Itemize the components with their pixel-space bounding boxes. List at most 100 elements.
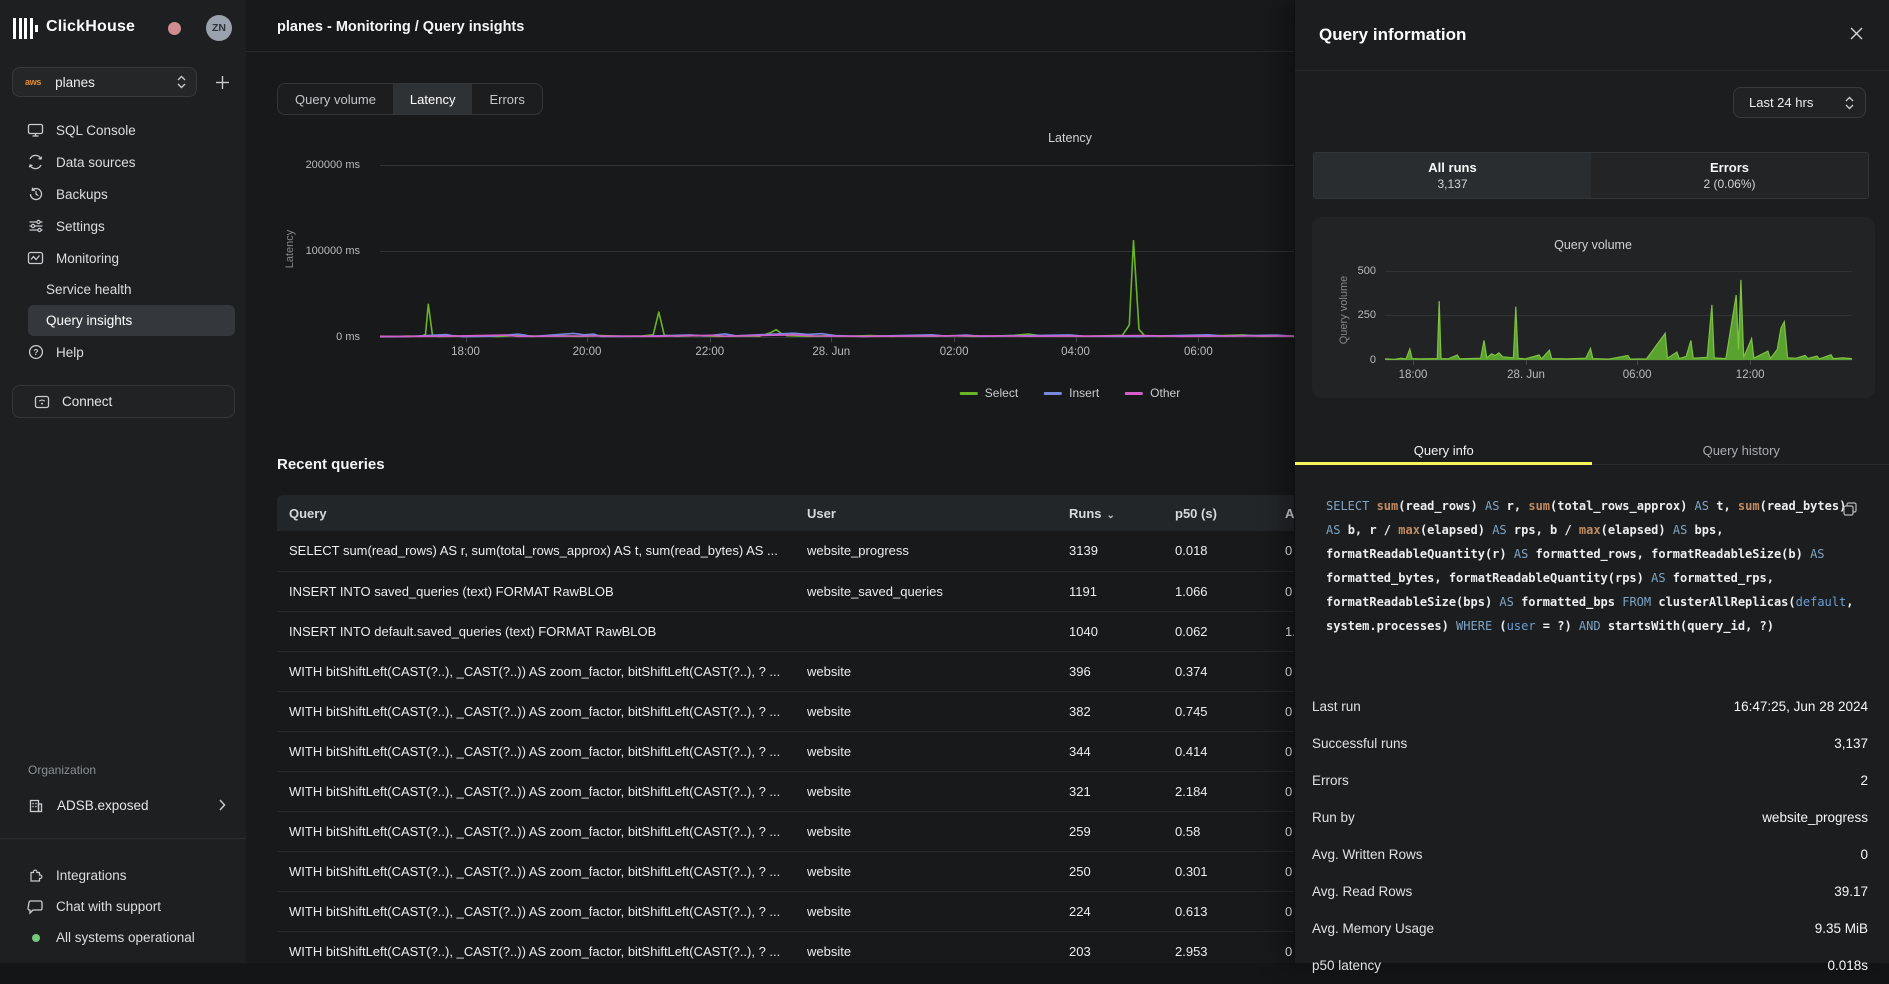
cell-query[interactable]: WITH bitShiftLeft(CAST(?..), _CAST(?..))… [277,771,795,811]
cell-query[interactable]: WITH bitShiftLeft(CAST(?..), _CAST(?..))… [277,731,795,771]
tab-query-volume[interactable]: Query volume [278,84,393,114]
time-range-value: Last 24 hrs [1749,95,1845,110]
service-name: planes [55,75,177,90]
sidebar-item-monitoring[interactable]: Monitoring [0,242,246,274]
cell-user: website [795,731,1057,771]
cell-p50: 0.414 [1163,731,1273,771]
tab-latency[interactable]: Latency [393,84,473,114]
runs-summary-tabs: All runs3,137Errors2 (0.06%) [1313,152,1869,199]
legend-label: Select [985,386,1018,400]
add-service-button[interactable] [210,70,234,94]
tab-query-info[interactable]: Query info [1295,436,1593,464]
summary-tab-errors[interactable]: Errors2 (0.06%) [1591,153,1868,198]
monitoring-icon [27,250,44,267]
data-sources-icon [27,154,44,171]
cell-runs: 250 [1057,851,1163,891]
stat-row-successful-runs: Successful runs3,137 [1312,725,1868,762]
cell-user: website [795,691,1057,731]
organization-heading: Organization [28,763,96,777]
y-tick-label: 0 [1296,354,1376,366]
cell-user: website [795,931,1057,963]
stat-row-avg-read-rows: Avg. Read Rows 39.17 [1312,873,1868,910]
organization-item[interactable]: ADSB.exposed [0,790,246,821]
cell-query[interactable]: WITH bitShiftLeft(CAST(?..), _CAST(?..))… [277,931,795,963]
active-tab-underline [1295,462,1592,465]
svg-text:?: ? [33,347,38,357]
query-volume-card[interactable]: Query volumeQuery volume025050018:0028. … [1312,217,1875,398]
legend-item-select[interactable]: Select [960,386,1018,400]
sidebar-item-data-sources[interactable]: Data sources [0,146,246,178]
x-tick-label: 06:00 [1623,369,1652,381]
sidebar: ClickHouse ZN aws planes SQL ConsoleData… [0,0,246,963]
stat-row-last-run: Last run16:47:25, Jun 28 2024 [1312,688,1868,725]
sidebar-item-all-systems-operational[interactable]: All systems operational [0,922,246,953]
legend-swatch-icon [960,392,978,395]
x-tick-label: 20:00 [573,346,602,358]
sort-desc-icon: ⌄ [1107,510,1115,521]
sidebar-item-label: Service health [46,282,132,297]
y-tick-label: 250 [1296,309,1376,321]
stat-label: Run by [1312,810,1355,825]
cell-query[interactable]: WITH bitShiftLeft(CAST(?..), _CAST(?..))… [277,811,795,851]
x-tick-label: 12:00 [1736,369,1765,381]
recent-queries-title: Recent queries [277,456,385,473]
cell-p50: 2.184 [1163,771,1273,811]
cell-query[interactable]: WITH bitShiftLeft(CAST(?..), _CAST(?..))… [277,891,795,931]
cell-p50: 0.58 [1163,811,1273,851]
legend-item-insert[interactable]: Insert [1044,386,1099,400]
legend-item-other[interactable]: Other [1125,386,1180,400]
cell-runs: 224 [1057,891,1163,931]
tab-query-history[interactable]: Query history [1593,436,1889,464]
copy-icon[interactable] [1840,499,1860,519]
time-range-select[interactable]: Last 24 hrs [1733,87,1866,118]
organization-icon [27,798,44,814]
sidebar-item-help[interactable]: ? Help [0,336,246,368]
column-header-query[interactable]: Query [277,495,795,531]
legend-swatch-icon [1125,392,1143,395]
avatar[interactable]: ZN [206,15,232,41]
sidebar-item-chat-with-support[interactable]: Chat with support [0,891,246,922]
cell-runs: 382 [1057,691,1163,731]
sidebar-item-backups[interactable]: Backups [0,178,246,210]
clickhouse-logo-icon [13,17,41,39]
column-header-user[interactable]: User [795,495,1057,531]
column-header-runs[interactable]: Runs⌄ [1057,495,1163,531]
cell-query[interactable]: SELECT sum(read_rows) AS r, sum(total_ro… [277,531,795,571]
stat-label: Last run [1312,699,1361,714]
page-title: planes - Monitoring / Query insights [277,19,524,35]
cell-query[interactable]: INSERT INTO default.saved_queries (text)… [277,611,795,651]
x-tick-label: 06:00 [1184,346,1213,358]
sidebar-item-label: Settings [56,219,105,234]
x-tick-mark [587,337,588,342]
x-tick-label: 28. Jun [812,346,850,358]
tab-errors[interactable]: Errors [472,84,541,114]
x-tick-mark [710,337,711,342]
sidebar-item-settings[interactable]: Settings [0,210,246,242]
stat-value: 0 [1860,847,1868,862]
sidebar-item-label: Help [56,345,84,360]
info-tab-bar: Query infoQuery history [1295,436,1889,465]
cell-query[interactable]: WITH bitShiftLeft(CAST(?..), _CAST(?..))… [277,651,795,691]
service-selector[interactable]: aws planes [12,67,197,97]
close-icon[interactable] [1843,20,1869,46]
y-tick-label: 200000 ms [280,159,360,171]
cell-query[interactable]: WITH bitShiftLeft(CAST(?..), _CAST(?..))… [277,691,795,731]
x-tick-mark [1637,360,1638,365]
summary-tab-all-runs[interactable]: All runs3,137 [1314,153,1591,198]
cell-query[interactable]: WITH bitShiftLeft(CAST(?..), _CAST(?..))… [277,851,795,891]
sidebar-item-sql-console[interactable]: SQL Console [0,114,246,146]
sidebar-item-service-health[interactable]: Service health [0,274,246,305]
connect-button[interactable]: Connect [12,385,235,418]
status-dot-icon [27,929,44,946]
stat-label: Avg. Read Rows [1312,884,1412,899]
cell-user: website [795,651,1057,691]
sidebar-item-integrations[interactable]: Integrations [0,860,246,891]
stat-value: 0.018s [1827,958,1868,973]
cell-query[interactable]: INSERT INTO saved_queries (text) FORMAT … [277,571,795,611]
stat-value: 39.17 [1834,884,1868,899]
sidebar-item-query-insights[interactable]: Query insights [28,305,235,336]
column-header-p50-s[interactable]: p50 (s) [1163,495,1273,531]
sql-line: SELECT sum(read_rows) AS r, sum(total_ro… [1326,494,1858,518]
x-tick-label: 28. Jun [1507,369,1545,381]
x-tick-mark [1198,337,1199,342]
